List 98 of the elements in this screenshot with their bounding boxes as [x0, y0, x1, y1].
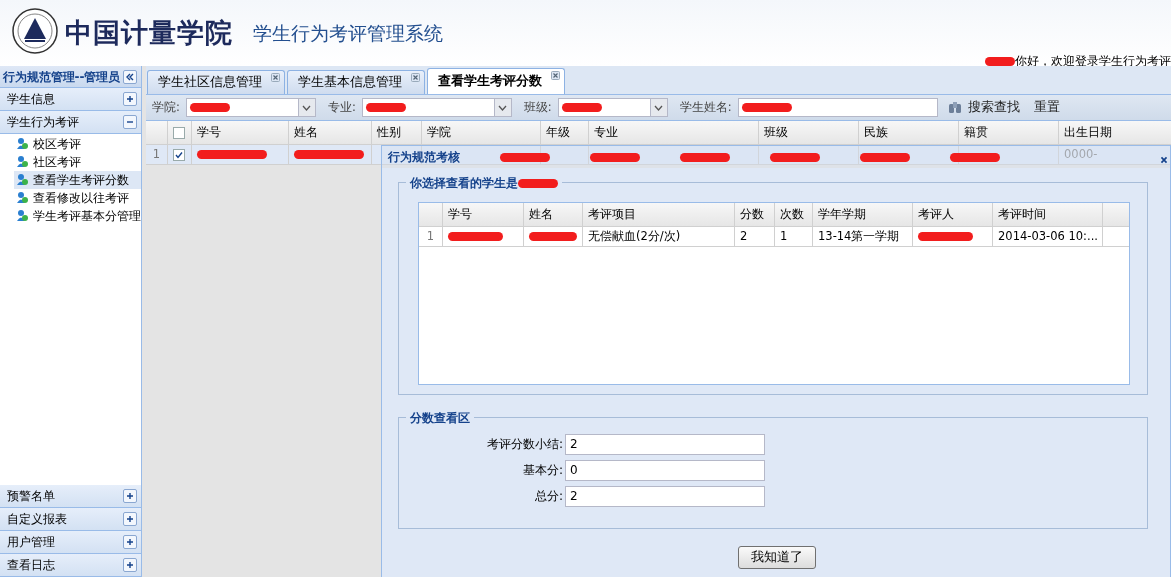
table-cell-text: 无偿献血(2分/次)	[588, 227, 681, 245]
column-header[interactable]: 学号	[192, 121, 289, 144]
redaction-mark	[500, 152, 550, 162]
accordion-header[interactable]: 学生行为考评	[0, 111, 141, 134]
field-label: 考评分数小结:	[485, 436, 563, 453]
table-cell-text: 2014-03-06 10:...	[998, 227, 1098, 245]
tab[interactable]: 学生社区信息管理	[147, 70, 285, 94]
system-title: 学生行为考评管理系统	[253, 20, 443, 46]
close-icon[interactable]	[411, 73, 420, 82]
table-cell-text: 1	[780, 227, 788, 245]
toolbar-button[interactable]: 搜索查找	[943, 98, 1024, 117]
close-icon[interactable]	[551, 71, 560, 80]
field-label: 基本分:	[521, 462, 563, 479]
redaction-mark	[680, 152, 730, 162]
ok-button[interactable]: 我知道了	[738, 546, 816, 569]
column-header[interactable]: 学年学期	[813, 203, 913, 226]
filter-label: 学院:	[152, 98, 180, 116]
column-header[interactable]: 籍贯	[959, 121, 1059, 144]
accordion-header[interactable]: 查看日志	[0, 554, 141, 577]
toggle-button[interactable]	[123, 489, 137, 503]
emblem-logo-icon	[11, 7, 59, 55]
column-header[interactable]: 班级	[759, 121, 859, 144]
user-icon	[16, 137, 29, 151]
column-header[interactable]: 年级	[541, 121, 589, 144]
accordion-header[interactable]: 用户管理	[0, 531, 141, 554]
accordion-header[interactable]: 预警名单	[0, 485, 141, 508]
redaction-mark	[950, 152, 1000, 162]
filter-label: 专业:	[327, 98, 356, 116]
redaction-mark	[590, 152, 640, 162]
panel-title: 行为规范管理--管理员	[2, 68, 121, 86]
column-header[interactable]: 姓名	[524, 203, 583, 226]
plus-icon	[125, 560, 135, 570]
input-field[interactable]: 2	[565, 433, 765, 455]
column-header[interactable]: 考评时间	[993, 203, 1103, 226]
collapse-button[interactable]	[123, 70, 137, 84]
checkbox[interactable]	[173, 148, 185, 161]
table-cell-text: 0000-	[1064, 145, 1098, 163]
plus-icon	[125, 537, 135, 547]
input-field[interactable]: 0	[565, 459, 765, 481]
double-chevron-icon	[125, 72, 135, 82]
tree-item[interactable]: 社区考评	[14, 153, 141, 171]
column-header[interactable]: 学号	[443, 203, 524, 226]
user-icon	[16, 155, 29, 169]
filter-label: 学生姓名:	[679, 98, 732, 116]
column-header[interactable]: 民族	[859, 121, 959, 144]
welcome-text: 你好，欢迎登录学生行为考评	[1015, 53, 1171, 70]
column-header[interactable]: 出生日期	[1059, 121, 1171, 144]
table-cell-text: 13-14第一学期	[818, 227, 900, 245]
toggle-button[interactable]	[123, 115, 137, 129]
check-icon	[174, 149, 184, 160]
redaction-mark	[860, 152, 910, 162]
tree-item[interactable]: 查看修改以往考评	[14, 189, 141, 207]
checkbox[interactable]	[173, 126, 185, 139]
plus-icon	[125, 514, 135, 524]
toolbar-button[interactable]: 重置	[1029, 98, 1064, 117]
legend-title: 你选择查看的学生是	[410, 175, 518, 192]
toggle-button[interactable]	[123, 535, 137, 549]
dropdown-field[interactable]	[185, 98, 316, 117]
column-header[interactable]: 姓名	[289, 121, 372, 144]
user-icon	[16, 209, 29, 223]
filter-label: 班级:	[523, 98, 552, 116]
caret-icon	[498, 104, 508, 111]
toggle-button[interactable]	[123, 558, 137, 572]
user-icon	[16, 173, 29, 187]
dropdown-field[interactable]	[361, 98, 512, 117]
tree-item[interactable]: 学生考评基本分管理	[14, 207, 141, 225]
row-number: 1	[419, 227, 443, 246]
input-field[interactable]	[737, 98, 938, 117]
column-header[interactable]: 次数	[775, 203, 813, 226]
dropdown-field[interactable]	[557, 98, 668, 117]
tab[interactable]: 查看学生考评分数	[427, 68, 565, 94]
logo-text: 中国计量学院	[65, 15, 233, 50]
column-header[interactable]: 专业	[589, 121, 759, 144]
accordion-header[interactable]: 自定义报表	[0, 508, 141, 531]
redaction-mark	[770, 152, 820, 162]
column-header[interactable]: 分数	[735, 203, 775, 226]
caret-icon	[654, 104, 664, 111]
column-header[interactable]: 学院	[422, 121, 541, 144]
legend-title: 分数查看区	[406, 409, 474, 427]
column-header[interactable]: 考评项目	[583, 203, 735, 226]
table-cell-text: 2	[740, 227, 748, 245]
column-header[interactable]: 性别	[372, 121, 422, 144]
row-number: 1	[146, 145, 168, 164]
tab[interactable]: 学生基本信息管理	[287, 70, 425, 94]
column-header[interactable]: 考评人	[913, 203, 993, 226]
toggle-button[interactable]	[123, 92, 137, 106]
user-icon	[16, 191, 29, 205]
close-icon[interactable]	[271, 73, 280, 82]
binoculars-icon	[947, 100, 964, 115]
plus-icon	[125, 94, 135, 104]
tree-item[interactable]: 查看学生考评分数	[14, 171, 141, 189]
accordion-header[interactable]: 学生信息	[0, 88, 141, 111]
tree-item[interactable]: 校区考评	[14, 135, 141, 153]
caret-icon	[302, 104, 312, 111]
toggle-button[interactable]	[123, 512, 137, 526]
field-label: 总分:	[533, 488, 563, 505]
plus-icon	[125, 491, 135, 501]
input-field[interactable]: 2	[565, 485, 765, 507]
